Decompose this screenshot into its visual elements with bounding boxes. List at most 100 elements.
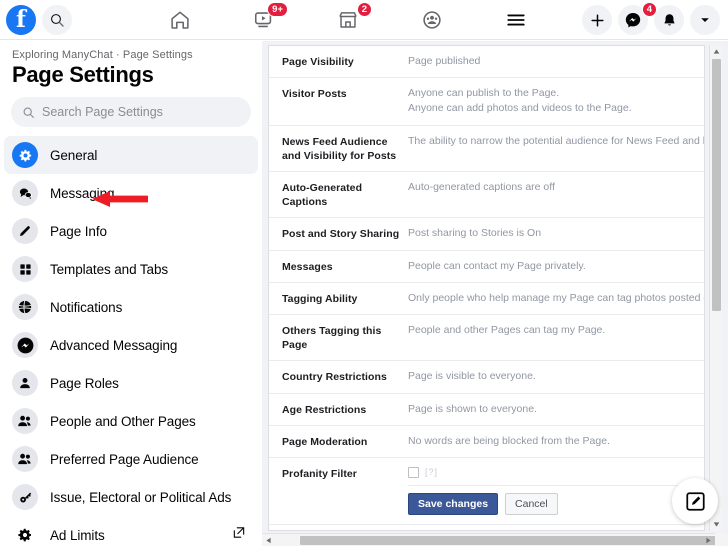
setting-value-line: Page is shown to everyone. [408,402,537,415]
home-icon [171,11,189,29]
nav-watch-button[interactable]: 9+ [249,2,288,35]
table-row[interactable]: Tagging Ability Only people who help man… [269,283,704,315]
vertical-scrollbar-thumb[interactable] [712,59,721,311]
sidebar-item-general[interactable]: General [4,136,258,174]
hamburger-menu-icon [507,14,525,26]
scroll-up-arrow-icon[interactable] [710,45,723,58]
sidebar-item-label: People and Other Pages [50,413,196,429]
search-placeholder: Search Page Settings [42,105,163,119]
general-settings-panel: Page Visibility Page published Visitor P… [268,45,705,531]
search-wrapper: Search Page Settings [0,88,262,127]
compose-message-button[interactable] [672,478,718,524]
table-row[interactable]: Auto-Generated Captions Auto-generated c… [269,172,704,219]
nav-menu-button[interactable] [501,5,531,35]
marketplace-store-icon [339,12,357,28]
gear-solid-icon [12,522,38,546]
setting-value: Post sharing to Stories is On [408,226,704,241]
table-row[interactable]: Similar Page Suggestions Choose whether … [269,525,704,530]
facebook-logo-icon[interactable]: f [6,4,36,35]
setting-label: Page Visibility [282,56,354,68]
table-row[interactable]: Post and Story Sharing Post sharing to S… [269,218,704,251]
setting-label: Profanity Filter [282,468,357,480]
scroll-right-arrow-icon[interactable] [702,534,715,546]
setting-label: Tagging Ability [282,292,358,305]
table-row[interactable]: Messages People can contact my Page priv… [269,251,704,283]
search-button[interactable] [42,4,72,35]
search-page-settings-input[interactable]: Search Page Settings [11,97,251,127]
table-row[interactable]: Age Restrictions Page is shown to everyo… [269,394,704,426]
sidebar-item-label: Preferred Page Audience [50,451,199,467]
setting-value: The ability to narrow the potential audi… [408,134,705,149]
messenger-button[interactable]: 4 [618,2,657,35]
setting-value: Page published [408,54,704,69]
setting-value-line: No words are being blocked from the Page… [408,434,610,447]
breadcrumb: Exploring ManyChat · Page Settings [12,49,193,61]
nav-groups-button[interactable] [417,5,447,35]
setting-value: Only people who help manage my Page can … [408,291,705,306]
setting-label: Page Moderation [282,435,368,448]
sidebar-item-notifications[interactable]: Notifications [0,288,262,326]
horizontal-scrollbar-thumb[interactable] [300,536,728,545]
sidebar-item-page-info[interactable]: Page Info [0,212,262,250]
search-icon [23,107,34,118]
setting-value-line: Only people who help manage my Page can … [408,291,705,304]
table-row[interactable]: News Feed Audience and Visibility for Po… [269,126,704,172]
setting-value-line: Page published [408,55,481,67]
setting-value: Page is visible to everyone. [408,369,704,384]
bell-icon [663,13,675,25]
horizontal-scrollbar[interactable] [262,533,728,546]
table-row[interactable]: Page Moderation No words are being block… [269,426,704,458]
profanity-filter-hint: [?] [425,467,439,477]
nav-left-group: f [0,4,72,35]
vertical-scrollbar[interactable] [709,45,722,531]
setting-label: Age Restrictions [282,403,367,416]
setting-value: Page is shown to everyone. [408,402,704,417]
sidebar-item-people-and-other-pages[interactable]: People and Other Pages [0,402,262,440]
nav-home-button[interactable] [165,5,195,35]
scroll-down-arrow-icon[interactable] [710,518,723,531]
page-settings-sidebar: Exploring ManyChat · Page Settings Page … [0,41,262,546]
setting-value-line: The ability to narrow the potential audi… [408,134,705,147]
table-row[interactable]: Visitor Posts Anyone can publish to the … [269,78,704,126]
sidebar-item-advanced-messaging[interactable]: Advanced Messaging [0,326,262,364]
scroll-left-arrow-icon[interactable] [262,534,275,546]
setting-value: Auto-generated captions are off [408,180,704,195]
nav-center-group: 9+ 2 [165,0,531,40]
sidebar-item-issue-electoral-political-ads[interactable]: Issue, Electoral or Political Ads [0,478,262,516]
search-icon [51,13,64,27]
setting-value: People and other Pages can tag my Page. [408,323,704,338]
gear-icon [12,142,38,168]
setting-label: Others Tagging this Page [282,325,382,352]
table-row[interactable]: Country Restrictions Page is visible to … [269,361,704,394]
profanity-filter-row[interactable]: Profanity Filter [?] [269,458,704,485]
table-row[interactable]: Others Tagging this Page People and othe… [269,315,704,362]
table-row[interactable]: Page Visibility Page published [269,46,704,79]
sidebar-item-label: Issue, Electoral or Political Ads [50,489,232,505]
setting-value-line: Page is visible to everyone. [408,370,536,383]
external-link-icon [232,526,246,545]
nav-marketplace-button[interactable]: 2 [333,2,372,35]
key-icon [12,484,38,510]
sidebar-item-label: Page Roles [50,375,119,391]
setting-value: No words are being blocked from the Page… [408,434,704,449]
sidebar-item-page-roles[interactable]: Page Roles [0,364,262,402]
sidebar-item-templates-and-tabs[interactable]: Templates and Tabs [0,250,262,288]
sidebar-item-ad-limits[interactable]: Ad Limits [0,516,262,546]
save-changes-button[interactable]: Save changes [408,493,499,516]
scrollbar-corner [715,533,728,546]
create-button[interactable] [582,5,612,35]
profanity-filter-checkbox[interactable] [408,467,419,479]
plus-icon [590,13,604,27]
cancel-button[interactable]: Cancel [505,493,558,516]
notifications-button[interactable] [654,5,684,35]
sidebar-item-messaging[interactable]: Messaging [0,174,262,212]
marketplace-badge: 2 [356,2,372,17]
messenger-icon [625,12,641,28]
sidebar-item-preferred-page-audience[interactable]: Preferred Page Audience [0,440,262,478]
save-cancel-button-row: Save changes Cancel [269,486,704,526]
setting-label: Post and Story Sharing [282,228,400,241]
messenger-icon [12,332,38,358]
setting-value-line: People can contact my Page privately. [408,259,586,272]
account-menu-button[interactable] [690,5,720,35]
page-title: Page Settings [12,62,154,87]
